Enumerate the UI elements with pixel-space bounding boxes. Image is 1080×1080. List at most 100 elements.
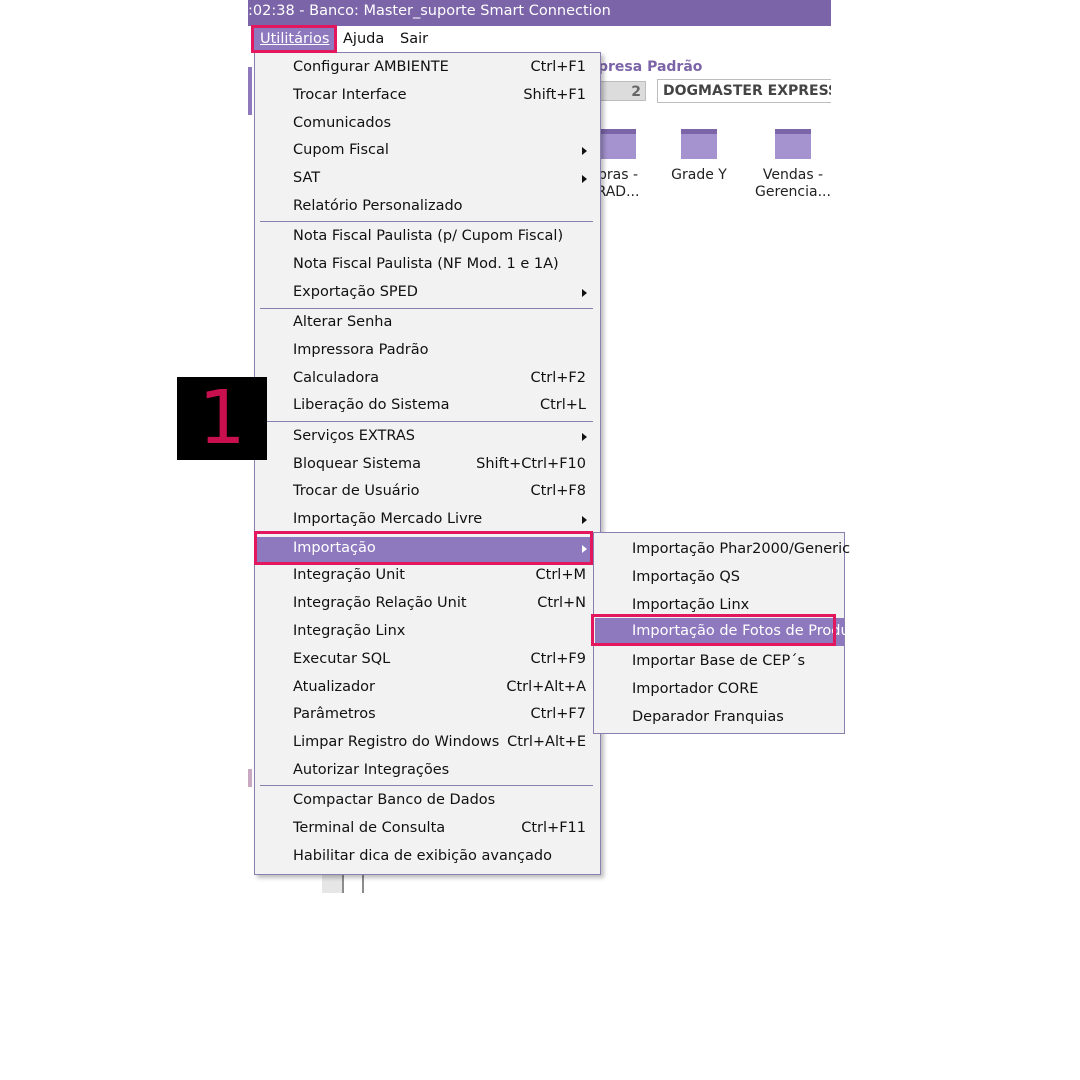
menu-item-integracao-linx[interactable]: Integração Linx (256, 620, 599, 646)
menu-item-sat[interactable]: SAT (256, 167, 599, 193)
shortcut-label: Grade Y (671, 167, 727, 183)
highlight-importacao (254, 531, 593, 565)
menu-item-autorizar-integracoes[interactable]: Autorizar Integrações (256, 759, 599, 785)
submenu-arrow-icon (582, 516, 587, 524)
submenu-item-importar-base-de-cep-s[interactable]: Importar Base de CEP´s (595, 650, 844, 676)
menu-item-shortcut: Ctrl+M (535, 567, 586, 583)
empresa-name-field[interactable]: DOGMASTER EXPRESS (657, 79, 831, 103)
window-icon (775, 129, 811, 159)
submenu-item-label: Importação Linx (632, 597, 750, 613)
submenu-item-importador-core[interactable]: Importador CORE (595, 678, 844, 704)
submenu-arrow-icon (582, 433, 587, 441)
menu-item-label: Relatório Personalizado (293, 198, 463, 214)
frame-scroll-area (322, 873, 342, 893)
menu-item-shortcut: Ctrl+N (537, 595, 586, 611)
submenu-item-importacao-qs[interactable]: Importação QS (595, 566, 844, 592)
menu-item-shortcut: Ctrl+F11 (521, 820, 586, 836)
menu-item-relatorio-personalizado[interactable]: Relatório Personalizado (256, 195, 599, 221)
menu-item-label: Executar SQL (293, 651, 391, 667)
menu-item-label: Integração Linx (293, 623, 406, 639)
menu-item-integracao-relacao-unit[interactable]: Integração Relação Unit Ctrl+N (256, 592, 599, 618)
menu-item-label: Integração Relação Unit (293, 595, 467, 611)
menu-separator (260, 421, 593, 422)
menu-item-label: Comunicados (293, 115, 392, 131)
utilitarios-dropdown: Configurar AMBIENTE Ctrl+F1 Trocar Interfa… (254, 52, 601, 875)
window-icon (681, 129, 717, 159)
submenu-item-label: Importador CORE (632, 681, 759, 697)
menu-item-label: Serviços EXTRAS (293, 428, 416, 444)
menu-item-label: Exportação SPED (293, 284, 418, 300)
menu-item-servicos-extras[interactable]: Serviços EXTRAS (256, 425, 599, 451)
empresa-code-field[interactable]: 2 (594, 81, 646, 101)
menu-item-liberacao-do-sistema[interactable]: Liberação do Sistema Ctrl+L (256, 394, 599, 420)
menu-separator (260, 785, 593, 786)
menu-item-shortcut: Ctrl+F9 (530, 651, 586, 667)
menu-item-label: Habilitar dica de exibição avançado (293, 848, 552, 864)
submenu-arrow-icon (582, 289, 587, 297)
menu-item-label: Trocar de Usuário (293, 483, 420, 499)
menu-item-impressora-padrao[interactable]: Impressora Padrão (256, 339, 599, 365)
menu-item-habilitar-dica-de-exibicao-avancado[interactable]: Habilitar dica de exibição avançado (256, 845, 599, 871)
menu-item-compactar-banco-de-dados[interactable]: Compactar Banco de Dados (256, 789, 599, 815)
menu-item-label: Importação Mercado Livre (293, 511, 483, 527)
menu-item-label: Liberação do Sistema (293, 397, 450, 413)
menu-item-label: Trocar Interface (293, 87, 407, 103)
menu-item-calculadora[interactable]: Calculadora Ctrl+F2 (256, 367, 599, 393)
menu-item-label: Atualizador (293, 679, 376, 695)
menu-item-trocar-interface[interactable]: Trocar Interface Shift+F1 (256, 84, 599, 110)
menu-item-cupom-fiscal[interactable]: Cupom Fiscal (256, 139, 599, 165)
menu-item-bloquear-sistema[interactable]: Bloquear Sistema Shift+Ctrl+F10 (256, 453, 599, 479)
menu-ajuda[interactable]: Ajuda (337, 28, 390, 50)
menu-item-shortcut: Shift+Ctrl+F10 (476, 456, 586, 472)
side-panel-fragment (248, 67, 252, 115)
menu-item-terminal-de-consulta[interactable]: Terminal de Consulta Ctrl+F11 (256, 817, 599, 843)
menu-item-shortcut: Ctrl+F7 (530, 706, 586, 722)
menu-item-label: SAT (293, 170, 321, 186)
menu-item-label: Bloquear Sistema (293, 456, 422, 472)
submenu-item-label: Importação Phar2000/Generic (632, 541, 851, 557)
submenu-item-label: Importação QS (632, 569, 740, 585)
shortcut-grade-y[interactable]: Grade Y (661, 129, 737, 184)
menu-item-shortcut: Ctrl+F2 (530, 370, 586, 386)
menu-item-label: Alterar Senha (293, 314, 393, 330)
menu-item-label: Nota Fiscal Paulista (NF Mod. 1 e 1A) (293, 256, 559, 272)
menu-separator (260, 308, 593, 309)
shortcut-label: Vendas - Gerencia... (755, 167, 831, 200)
submenu-item-importacao-phar2000-generic[interactable]: Importação Phar2000/Generic (595, 538, 850, 564)
menu-item-shortcut: Ctrl+F1 (530, 59, 586, 75)
submenu-item-deparador-franquias[interactable]: Deparador Franquias (595, 706, 844, 732)
menu-item-executar-sql[interactable]: Executar SQL Ctrl+F9 (256, 648, 599, 674)
menu-item-nota-fiscal-paulista-p-cupom-fiscal[interactable]: Nota Fiscal Paulista (p/ Cupom Fiscal) (256, 225, 599, 251)
menu-item-trocar-de-usuario[interactable]: Trocar de Usuário Ctrl+F8 (256, 480, 599, 506)
menu-item-shortcut: Ctrl+F8 (530, 483, 586, 499)
menu-item-shortcut: Ctrl+Alt+A (506, 679, 586, 695)
frame-divider (342, 873, 344, 893)
menu-item-label: Limpar Registro do Windows (293, 734, 500, 750)
menu-item-integracao-unit[interactable]: Integração Unit Ctrl+M (256, 564, 599, 590)
menu-item-atualizador[interactable]: Atualizador Ctrl+Alt+A (256, 676, 599, 702)
menu-item-exportacao-sped[interactable]: Exportação SPED (256, 281, 599, 307)
menu-item-label: Nota Fiscal Paulista (p/ Cupom Fiscal) (293, 228, 564, 244)
submenu-item-label: Deparador Franquias (632, 709, 784, 725)
menu-sair[interactable]: Sair (394, 28, 434, 50)
side-panel-fragment (248, 769, 252, 787)
window-title-bar[interactable]: :02:38 - Banco: Master_suporte Smart Con… (248, 0, 831, 26)
menu-separator (260, 221, 593, 222)
menu-item-alterar-senha[interactable]: Alterar Senha (256, 311, 599, 337)
submenu-arrow-icon (582, 175, 587, 183)
frame-bottom (322, 873, 831, 893)
menu-item-comunicados[interactable]: Comunicados (256, 112, 599, 138)
menu-item-configurar-ambiente[interactable]: Configurar AMBIENTE Ctrl+F1 (256, 56, 599, 82)
menu-item-label: Integração Unit (293, 567, 405, 583)
menu-item-label: Calculadora (293, 370, 380, 386)
menu-item-parametros[interactable]: Parâmetros Ctrl+F7 (256, 703, 599, 729)
menu-item-label: Configurar AMBIENTE (293, 59, 449, 75)
window-title: :02:38 - Banco: Master_suporte Smart Con… (248, 3, 611, 19)
menu-item-label: Impressora Padrão (293, 342, 429, 358)
menu-item-nota-fiscal-paulista-nf-mod-1-e-1a[interactable]: Nota Fiscal Paulista (NF Mod. 1 e 1A) (256, 253, 599, 279)
menu-item-limpar-registro-do-windows[interactable]: Limpar Registro do Windows Ctrl+Alt+E (256, 731, 599, 757)
shortcut-vendas[interactable]: Vendas - Gerencia... (755, 129, 831, 201)
submenu-item-label: Importar Base de CEP´s (632, 653, 806, 669)
menu-item-label: Cupom Fiscal (293, 142, 389, 158)
menu-item-label: Compactar Banco de Dados (293, 792, 496, 808)
